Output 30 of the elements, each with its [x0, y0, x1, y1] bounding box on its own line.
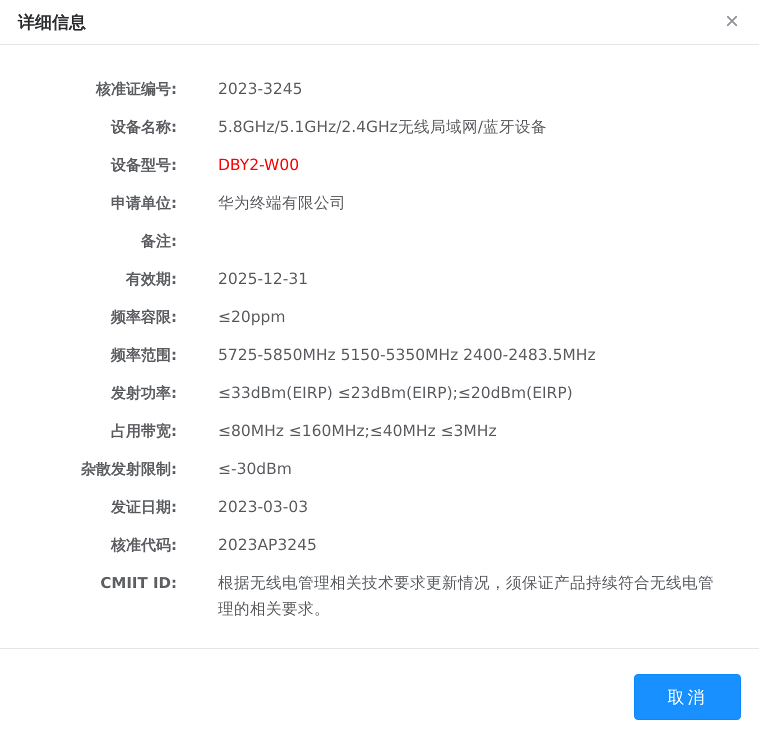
dialog-title: 详细信息 [18, 12, 86, 34]
field-label: 备注: [140, 231, 177, 252]
field-value: 2023-3245 [218, 79, 304, 100]
field-label: 申请单位: [110, 193, 177, 214]
field-label: 发射功率: [110, 383, 177, 404]
field-label: 核准代码: [110, 535, 177, 556]
field-label: 核准证编号: [94, 79, 177, 100]
field-value: DBY2-W00 [218, 155, 300, 176]
field-value: 2023-03-03 [218, 497, 310, 518]
field-value: ≤-30dBm [218, 459, 293, 480]
field-value: ≤33dBm(EIRP) ≤23dBm(EIRP);≤20dBm(EIRP) [218, 383, 574, 404]
field-value: 根据无线电管理相关技术要求更新情况，须保证产品持续符合无线电管理的相关要求。 [218, 573, 715, 620]
close-button[interactable]: × [722, 10, 741, 34]
field-value: 2025-12-31 [218, 269, 310, 290]
field-value: 2023AP3245 [218, 535, 318, 556]
field-value: 华为终端有限公司 [218, 193, 347, 214]
field-label: 设备型号: [110, 155, 177, 176]
cancel-button[interactable]: 取消 [634, 674, 741, 720]
field-label: 发证日期: [110, 497, 177, 518]
field-label: 频率范围: [110, 345, 177, 366]
field-value: 5.8GHz/5.1GHz/2.4GHz无线局域网/蓝牙设备 [218, 117, 548, 138]
field-value: ≤20ppm [218, 307, 286, 328]
field-label: 杂散发射限制: [80, 459, 177, 480]
field-label: 频率容限: [110, 307, 177, 328]
field-label: 设备名称: [110, 117, 177, 138]
field-value: 5725-5850MHz 5150-5350MHz 2400-2483.5MHz [218, 345, 597, 366]
field-label: 有效期: [124, 269, 177, 290]
field-label: 占用带宽: [110, 421, 177, 442]
field-value: ≤80MHz ≤160MHz;≤40MHz ≤3MHz [218, 421, 498, 442]
field-label: CMIIT ID: [99, 573, 177, 594]
